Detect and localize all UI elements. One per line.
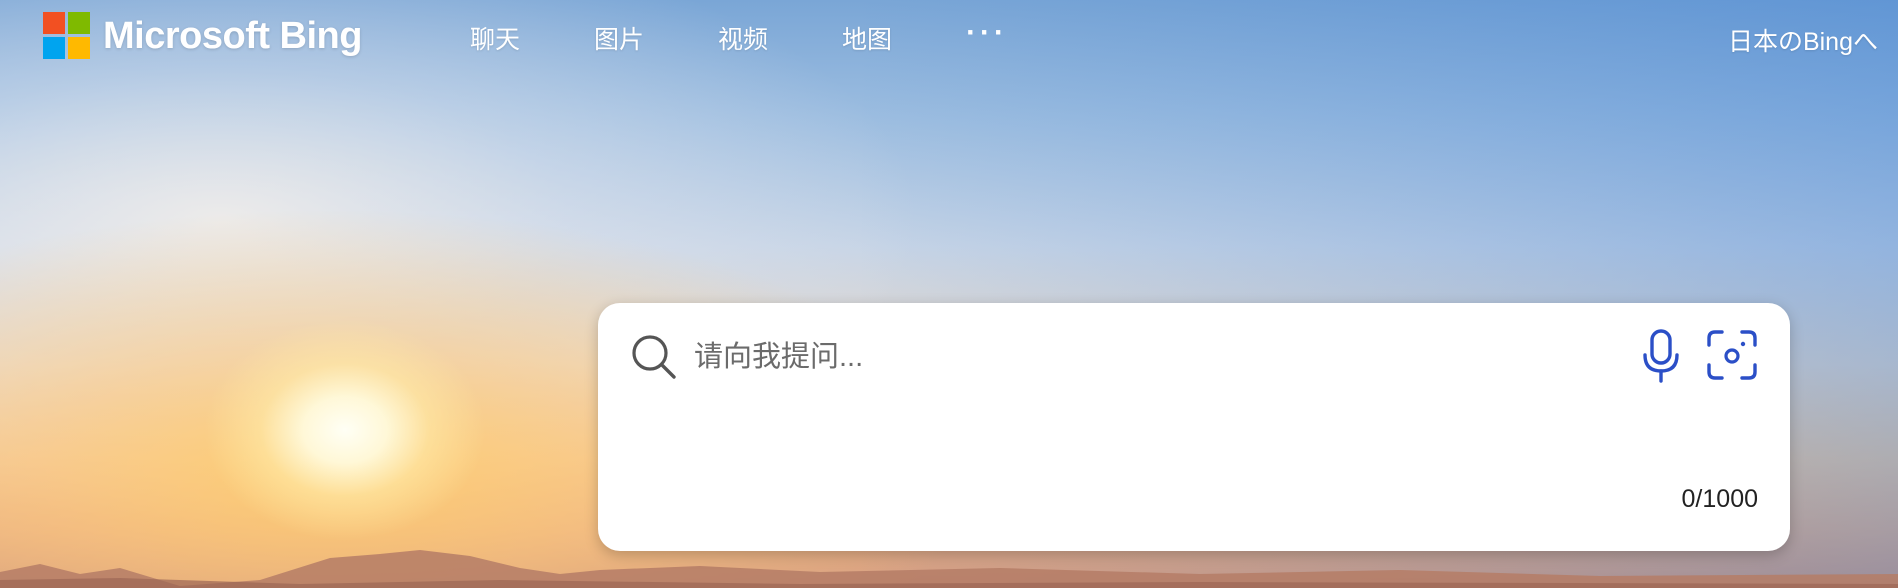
more-menu-button[interactable]: ··· bbox=[966, 18, 1008, 48]
microphone-icon[interactable] bbox=[1638, 327, 1684, 385]
search-icon bbox=[632, 335, 676, 379]
nav-item-chat[interactable]: 聊天 bbox=[470, 18, 520, 62]
bing-logo[interactable]: Microsoft Bing bbox=[43, 12, 362, 60]
visual-search-icon[interactable] bbox=[1706, 329, 1758, 381]
nav-item-maps[interactable]: 地图 bbox=[842, 18, 892, 62]
logo-square-red bbox=[43, 12, 65, 34]
top-header: Microsoft Bing 聊天 图片 视频 地图 ··· 日本のBingへ bbox=[0, 0, 1898, 80]
logo-square-blue bbox=[43, 37, 65, 59]
logo-square-green bbox=[68, 12, 90, 34]
main-nav: 聊天 图片 视频 地图 ··· bbox=[470, 18, 1008, 62]
nav-item-videos[interactable]: 视频 bbox=[718, 18, 768, 62]
search-box: 0/1000 bbox=[598, 303, 1790, 551]
logo-square-yellow bbox=[68, 37, 90, 59]
nav-item-images[interactable]: 图片 bbox=[594, 18, 644, 62]
microsoft-logo-icon bbox=[43, 12, 91, 60]
region-switch-link[interactable]: 日本のBingへ bbox=[1728, 22, 1878, 58]
search-input[interactable] bbox=[694, 331, 1514, 383]
character-counter: 0/1000 bbox=[1681, 485, 1758, 513]
brand-name: Microsoft Bing bbox=[103, 14, 362, 57]
bing-homepage: Microsoft Bing 聊天 图片 视频 地图 ··· 日本のBingへ bbox=[0, 0, 1898, 588]
